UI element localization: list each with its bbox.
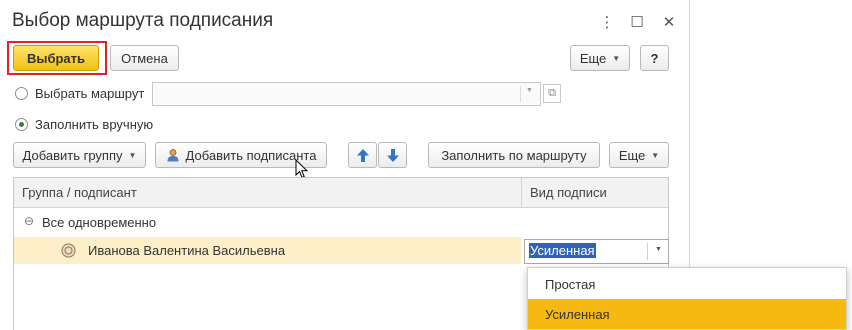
more-commands-label: Еще [618, 147, 646, 163]
dropdown-option-enhanced[interactable]: Усиленная [528, 299, 846, 329]
fill-manually-radio[interactable] [15, 118, 28, 131]
radio-selected-dot [19, 122, 24, 127]
open-route-icon[interactable]: ⧉ [543, 84, 561, 103]
fill-manually-label: Заполнить вручную [35, 117, 154, 132]
choose-route-radio[interactable] [15, 87, 28, 100]
signature-type-value: Усиленная [529, 243, 596, 258]
chevron-down-icon: ▼ [612, 53, 621, 63]
signature-type-dropdown: Простая Усиленная [527, 267, 847, 330]
user-icon [166, 148, 180, 162]
maximize-icon[interactable]: ☐ [627, 12, 647, 32]
column-header-signature-type[interactable]: Вид подписи [530, 185, 607, 200]
move-up-button[interactable] [348, 142, 377, 168]
add-group-label: Добавить группу [22, 147, 123, 163]
close-icon[interactable]: ✕ [659, 12, 679, 32]
move-down-button[interactable] [378, 142, 407, 168]
arrow-up-icon [356, 148, 369, 162]
more-actions-icon[interactable]: ⋮ [597, 12, 617, 32]
more-commands-button[interactable]: Еще ▼ [609, 142, 669, 168]
choose-route-label: Выбрать маршрут [35, 86, 145, 101]
chevron-down-icon: ▼ [128, 150, 137, 160]
dropdown-option-simple[interactable]: Простая [528, 269, 846, 299]
more-button-label: Еще [579, 50, 607, 66]
group-row-label[interactable]: Все одновременно [42, 215, 156, 230]
select-button[interactable]: Выбрать [13, 45, 99, 71]
arrow-down-icon [386, 148, 399, 162]
chevron-down-icon: ▼ [651, 150, 660, 160]
dialog-title: Выбор маршрута подписания [12, 10, 274, 31]
column-header-group[interactable]: Группа / подписант [22, 185, 137, 200]
select-divider [647, 243, 648, 260]
fill-by-route-button[interactable]: Заполнить по маршруту [428, 142, 600, 168]
add-group-button[interactable]: Добавить группу ▼ [13, 142, 146, 168]
more-button[interactable]: Еще ▼ [570, 45, 630, 71]
signer-name[interactable]: Иванова Валентина Васильевна [88, 243, 285, 258]
chevron-down-icon[interactable]: ▼ [655, 246, 662, 253]
cancel-button[interactable]: Отмена [110, 45, 179, 71]
route-dropdown-icon[interactable]: ▼ [526, 87, 533, 94]
route-input[interactable] [152, 82, 541, 106]
column-separator [521, 178, 522, 208]
route-input-divider [520, 86, 521, 102]
collapse-group-icon[interactable]: ⊖ [24, 214, 34, 228]
help-button[interactable]: ? [640, 45, 669, 71]
signer-status-icon [61, 243, 76, 258]
mouse-cursor-icon [295, 159, 309, 179]
